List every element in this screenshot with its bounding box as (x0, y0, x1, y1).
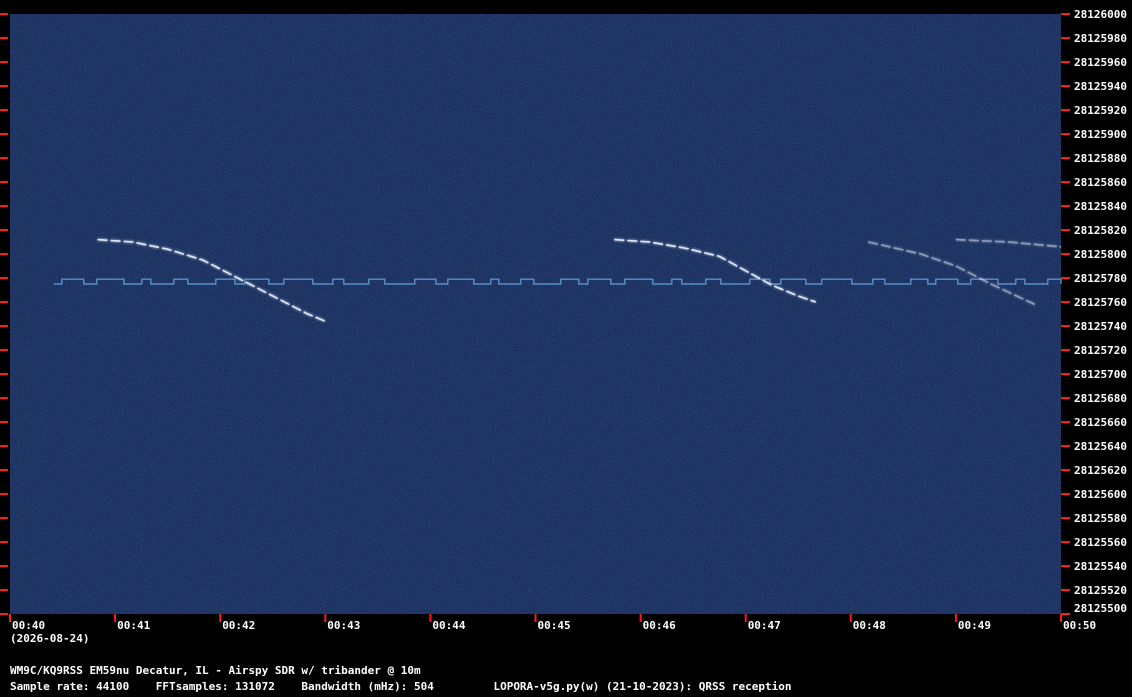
x-axis: 00:40 00:41 00:42 00:43 00:44 00:45 00:46 00:47… (9, 614, 1096, 632)
x-tick-label: 00:50 (1063, 619, 1096, 632)
y-tick-label: 28125620 (1074, 464, 1127, 477)
x-tick-label: 00:45 (538, 619, 571, 632)
y-tick-label: 28125600 (1074, 488, 1127, 501)
y-tick-label: 28125560 (1074, 536, 1127, 549)
y-tick-label: 28125640 (1074, 440, 1127, 453)
spectrogram-chart: 28126000 28125980 28125960 28125940 28125920… (0, 8, 1127, 632)
y-tick-label: 28125660 (1074, 416, 1127, 429)
y-tick-label: 28125840 (1074, 200, 1127, 213)
y-tick-label: 28125780 (1074, 272, 1127, 285)
y-tick-label: 28125520 (1074, 584, 1127, 597)
y-tick-label: 28125860 (1074, 176, 1127, 189)
y-tick-label: 28125760 (1074, 296, 1127, 309)
x-tick-label: 00:48 (853, 619, 886, 632)
x-tick-label: 00:42 (222, 619, 255, 632)
y-tick-label: 28125880 (1074, 152, 1127, 165)
x-tick-label: 00:46 (643, 619, 676, 632)
y-tick-label: 28125960 (1074, 56, 1127, 69)
x-tick-label: 00:49 (958, 619, 991, 632)
x-tick-label: 00:40 (12, 619, 45, 632)
y-tick-label: 28125980 (1074, 32, 1127, 45)
y-tick-label: 28125940 (1074, 80, 1127, 93)
x-tick-label: 00:43 (327, 619, 360, 632)
y-tick-label: 28125820 (1074, 224, 1127, 237)
footer-station-info: WM9C/KQ9RSS EM59nu Decatur, IL - Airspy … (10, 664, 421, 677)
y-tick-label: 28125740 (1074, 320, 1127, 333)
y-tick-label: 28125900 (1074, 128, 1127, 141)
x-tick-label: 00:47 (748, 619, 781, 632)
x-tick-label: 00:44 (432, 619, 465, 632)
y-tick-label: 28125700 (1074, 368, 1127, 381)
y-tick-label: 28126000 (1074, 8, 1127, 21)
plot-noise-texture (10, 14, 1061, 614)
y-tick-label: 28125680 (1074, 392, 1127, 405)
footer-settings-info: Sample rate: 44100 FFTsamples: 131072 Ba… (10, 680, 792, 693)
y-tick-label: 28125580 (1074, 512, 1127, 525)
y-tick-label: 28125500 (1074, 602, 1127, 615)
x-tick-label: 00:41 (117, 619, 150, 632)
y-tick-label: 28125540 (1074, 560, 1127, 573)
y-tick-label: 28125920 (1074, 104, 1127, 117)
date-label: (2026-08-24) (10, 632, 90, 645)
y-tick-label: 28125720 (1074, 344, 1127, 357)
y-tick-label: 28125800 (1074, 248, 1127, 261)
